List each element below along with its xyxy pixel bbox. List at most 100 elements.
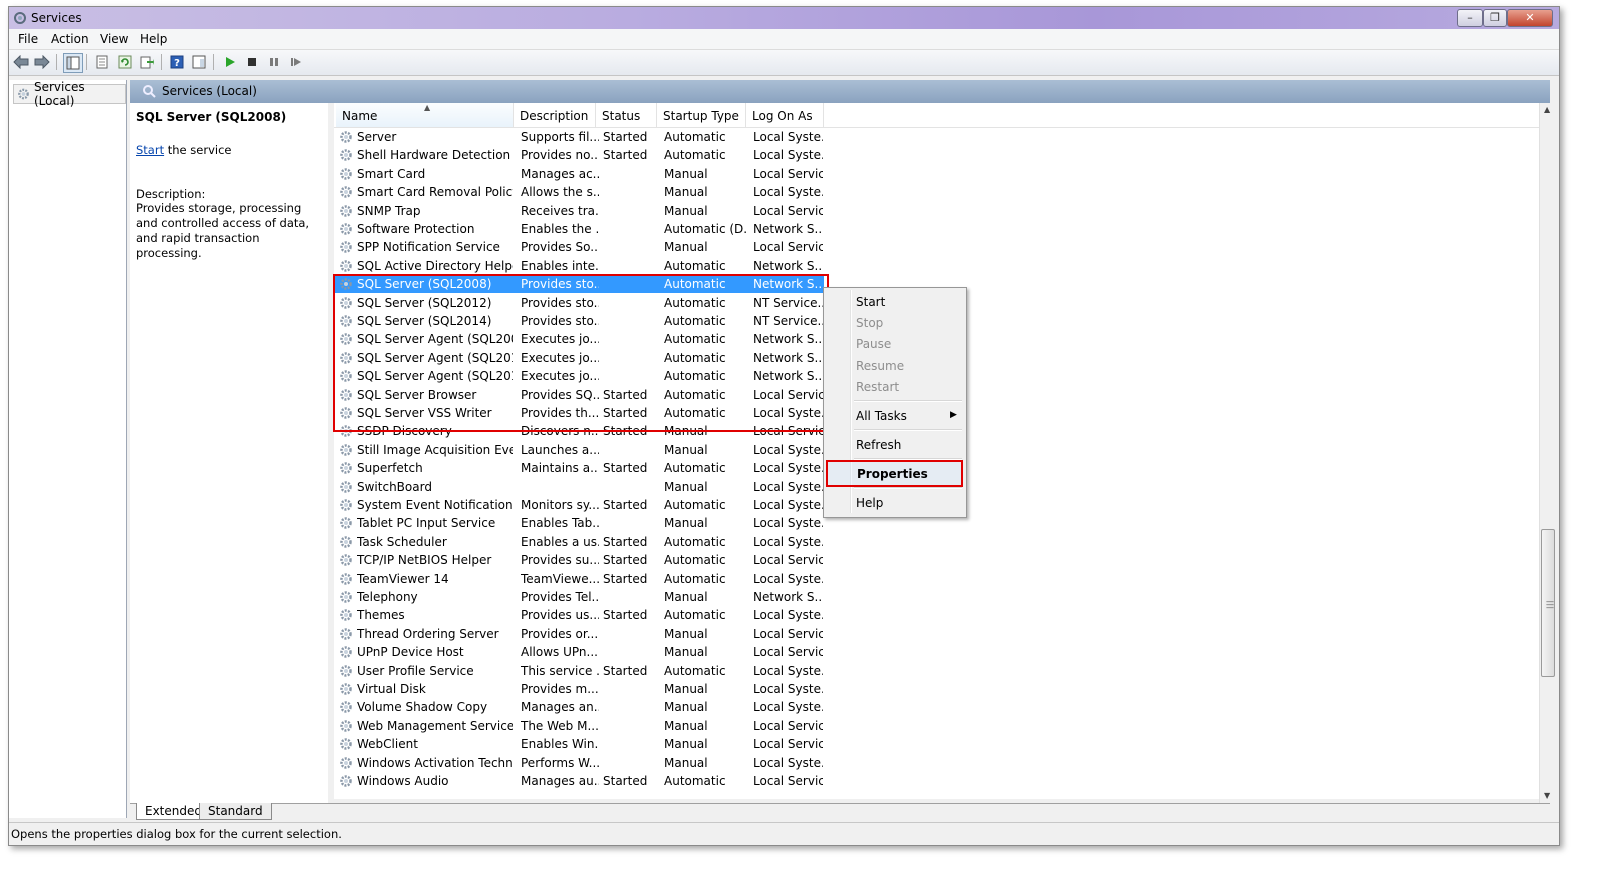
column-header-startup-type[interactable]: Startup Type — [657, 103, 746, 127]
service-row[interactable]: WebClient Enables Win... Manual Local Servi… — [334, 735, 824, 753]
column-header-description[interactable]: Description — [514, 103, 596, 127]
submenu-arrow-icon: ▶ — [950, 410, 957, 420]
service-gear-icon — [339, 774, 353, 791]
forward-button[interactable] — [33, 53, 51, 71]
column-header-name[interactable]: ▲ Name — [336, 103, 514, 127]
highlight-properties-box: Properties — [826, 460, 963, 487]
detail-pane-title: Services (Local) — [162, 84, 257, 98]
start-service-link[interactable]: Start — [136, 143, 164, 157]
service-row[interactable]: SQL Server (SQL2014) Provides sto... Autom… — [334, 312, 824, 330]
service-row[interactable]: SwitchBoard Manual Local Syste... — [334, 478, 824, 496]
service-row[interactable]: SQL Server (SQL2012) Provides sto... Autom… — [334, 294, 824, 312]
menu-view[interactable]: View — [100, 32, 128, 46]
service-row[interactable]: UPnP Device Host Allows UPn... Manual Local… — [334, 643, 824, 661]
title-bar[interactable]: Services – ❐ ✕ — [9, 7, 1559, 29]
vertical-scrollbar[interactable]: ▲ — — — ▼ — [1539, 103, 1557, 803]
service-row[interactable]: SQL Server Agent (SQL2012) Executes jo...… — [334, 349, 824, 367]
service-row[interactable]: Windows Activation Technol... Performs W.… — [334, 754, 824, 772]
service-row[interactable]: SQL Active Directory Helper ... Enables i… — [334, 257, 824, 275]
description-label: Description: — [136, 187, 206, 201]
maximize-button[interactable]: ❐ — [1483, 9, 1507, 27]
service-startup-cell: Automatic — [664, 350, 726, 365]
back-button[interactable] — [12, 53, 30, 71]
export-list-button[interactable] — [138, 53, 156, 71]
service-row[interactable]: TeamViewer 14 TeamViewe... Started Automati… — [334, 570, 824, 588]
scroll-down-icon[interactable]: ▼ — [1544, 791, 1550, 800]
column-header-status[interactable]: Status — [596, 103, 657, 127]
service-row[interactable]: SQL Server Browser Provides SQ... Started A… — [334, 386, 824, 404]
back-arrow-icon — [13, 55, 29, 69]
service-description-cell: Enables Tab... — [521, 516, 599, 531]
column-header-log-on-as[interactable]: Log On As — [746, 103, 824, 127]
menu-item-refresh[interactable]: Refresh — [856, 438, 901, 452]
help-toolbar-button[interactable]: ? — [168, 53, 186, 71]
service-row[interactable]: Software Protection Enables the ... Automa… — [334, 220, 824, 238]
gear-icon — [18, 88, 29, 100]
tab-standard[interactable]: Standard — [199, 803, 272, 820]
start-service-button[interactable] — [221, 53, 239, 71]
service-logon-cell: Local Syste... — [753, 516, 823, 531]
service-description-cell: Manages an... — [521, 700, 599, 715]
service-row[interactable]: Server Supports fil... Started Automatic Loc… — [334, 128, 824, 146]
help-icon: ? — [170, 55, 184, 69]
service-logon-cell: Local Service — [753, 203, 823, 218]
service-row[interactable]: Windows Audio Manages au... Started Automat… — [334, 772, 824, 790]
service-row[interactable]: SQL Server Agent (SQL2008) Executes jo...… — [334, 330, 824, 348]
service-row[interactable]: Task Scheduler Enables a us... Started Auto… — [334, 533, 824, 551]
service-name-cell: SNMP Trap — [357, 203, 421, 218]
scroll-up-icon[interactable]: ▲ — [1544, 105, 1550, 114]
menu-item-properties[interactable]: Properties — [857, 467, 928, 481]
service-row[interactable]: Smart Card Manages ac... Manual Local Servi… — [334, 165, 824, 183]
service-logon-cell: Network S... — [753, 332, 823, 347]
service-gear-icon — [339, 277, 353, 294]
service-row[interactable]: Telephony Provides Tel... Manual Network S.… — [334, 588, 824, 606]
service-row[interactable]: SNMP Trap Receives tra... Manual Local Serv… — [334, 202, 824, 220]
service-startup-cell: Automatic — [664, 148, 726, 163]
scrollbar-thumb[interactable]: — — — — [1541, 529, 1555, 677]
service-gear-icon — [339, 259, 353, 276]
service-row[interactable]: SPP Notification Service Provides So... Ma… — [334, 238, 824, 256]
service-row[interactable]: System Event Notification Se... Monitors … — [334, 496, 824, 514]
service-name-cell: Windows Activation Technol... — [357, 755, 513, 770]
stop-service-button[interactable] — [243, 53, 261, 71]
service-row[interactable]: Superfetch Maintains a... Started Automatic… — [334, 459, 824, 477]
menu-item-start[interactable]: Start — [856, 295, 885, 309]
menu-item-all-tasks[interactable]: All Tasks — [856, 409, 907, 423]
service-row[interactable]: SQL Server VSS Writer Provides th... Start… — [334, 404, 824, 422]
refresh-toolbar-button[interactable] — [116, 53, 134, 71]
service-row[interactable]: SQL Server Agent (SQL2014) Executes jo...… — [334, 367, 824, 385]
service-logon-cell: Local Service — [753, 387, 823, 402]
show-console-tree-button[interactable] — [63, 53, 83, 73]
service-row[interactable]: TCP/IP NetBIOS Helper Provides su... Start… — [334, 551, 824, 569]
menu-file[interactable]: File — [18, 32, 38, 46]
service-name-cell: Task Scheduler — [357, 534, 447, 549]
service-description-cell: Provides us... — [521, 608, 599, 623]
service-row[interactable]: User Profile Service This service ... Star… — [334, 662, 824, 680]
service-status-cell: Started — [603, 461, 648, 476]
menu-item-help[interactable]: Help — [856, 496, 883, 510]
service-row[interactable]: Volume Shadow Copy Manages an... Manual Loc… — [334, 698, 824, 716]
properties-toolbar-button[interactable] — [93, 53, 111, 71]
service-row[interactable]: Virtual Disk Provides m... Manual Local Sys… — [334, 680, 824, 698]
minimize-button[interactable]: – — [1457, 9, 1483, 27]
service-row[interactable]: Tablet PC Input Service Enables Tab... Man… — [334, 514, 824, 532]
service-status-cell: Started — [603, 663, 648, 678]
service-row[interactable]: Shell Hardware Detection Provides no... St… — [334, 146, 824, 164]
restart-service-button[interactable] — [287, 53, 305, 71]
service-row[interactable]: Web Management Service The Web M... Manual… — [334, 717, 824, 735]
service-row[interactable]: Themes Provides us... Started Automatic Loca… — [334, 606, 824, 624]
menu-action[interactable]: Action — [51, 32, 89, 46]
service-row[interactable]: SSDP Discovery Discovers n... Started Manua… — [334, 422, 824, 440]
service-row[interactable]: Thread Ordering Server Provides or... Manu… — [334, 625, 824, 643]
menu-help[interactable]: Help — [140, 32, 167, 46]
close-button[interactable]: ✕ — [1507, 9, 1553, 27]
service-row[interactable]: Still Image Acquisition Events Launches a… — [334, 441, 824, 459]
tree-node-services-local[interactable]: Services (Local) — [13, 80, 126, 108]
service-row[interactable]: SQL Server (SQL2008) Provides sto... Autom… — [334, 275, 824, 294]
service-startup-cell: Automatic — [664, 534, 726, 549]
show-hide-action-pane-button[interactable] — [190, 53, 208, 71]
service-startup-cell: Automatic — [664, 498, 726, 512]
service-row[interactable]: Smart Card Removal Policy Allows the s...… — [334, 183, 824, 201]
service-logon-cell: Local Syste... — [753, 700, 823, 715]
pause-service-button[interactable] — [265, 53, 283, 71]
